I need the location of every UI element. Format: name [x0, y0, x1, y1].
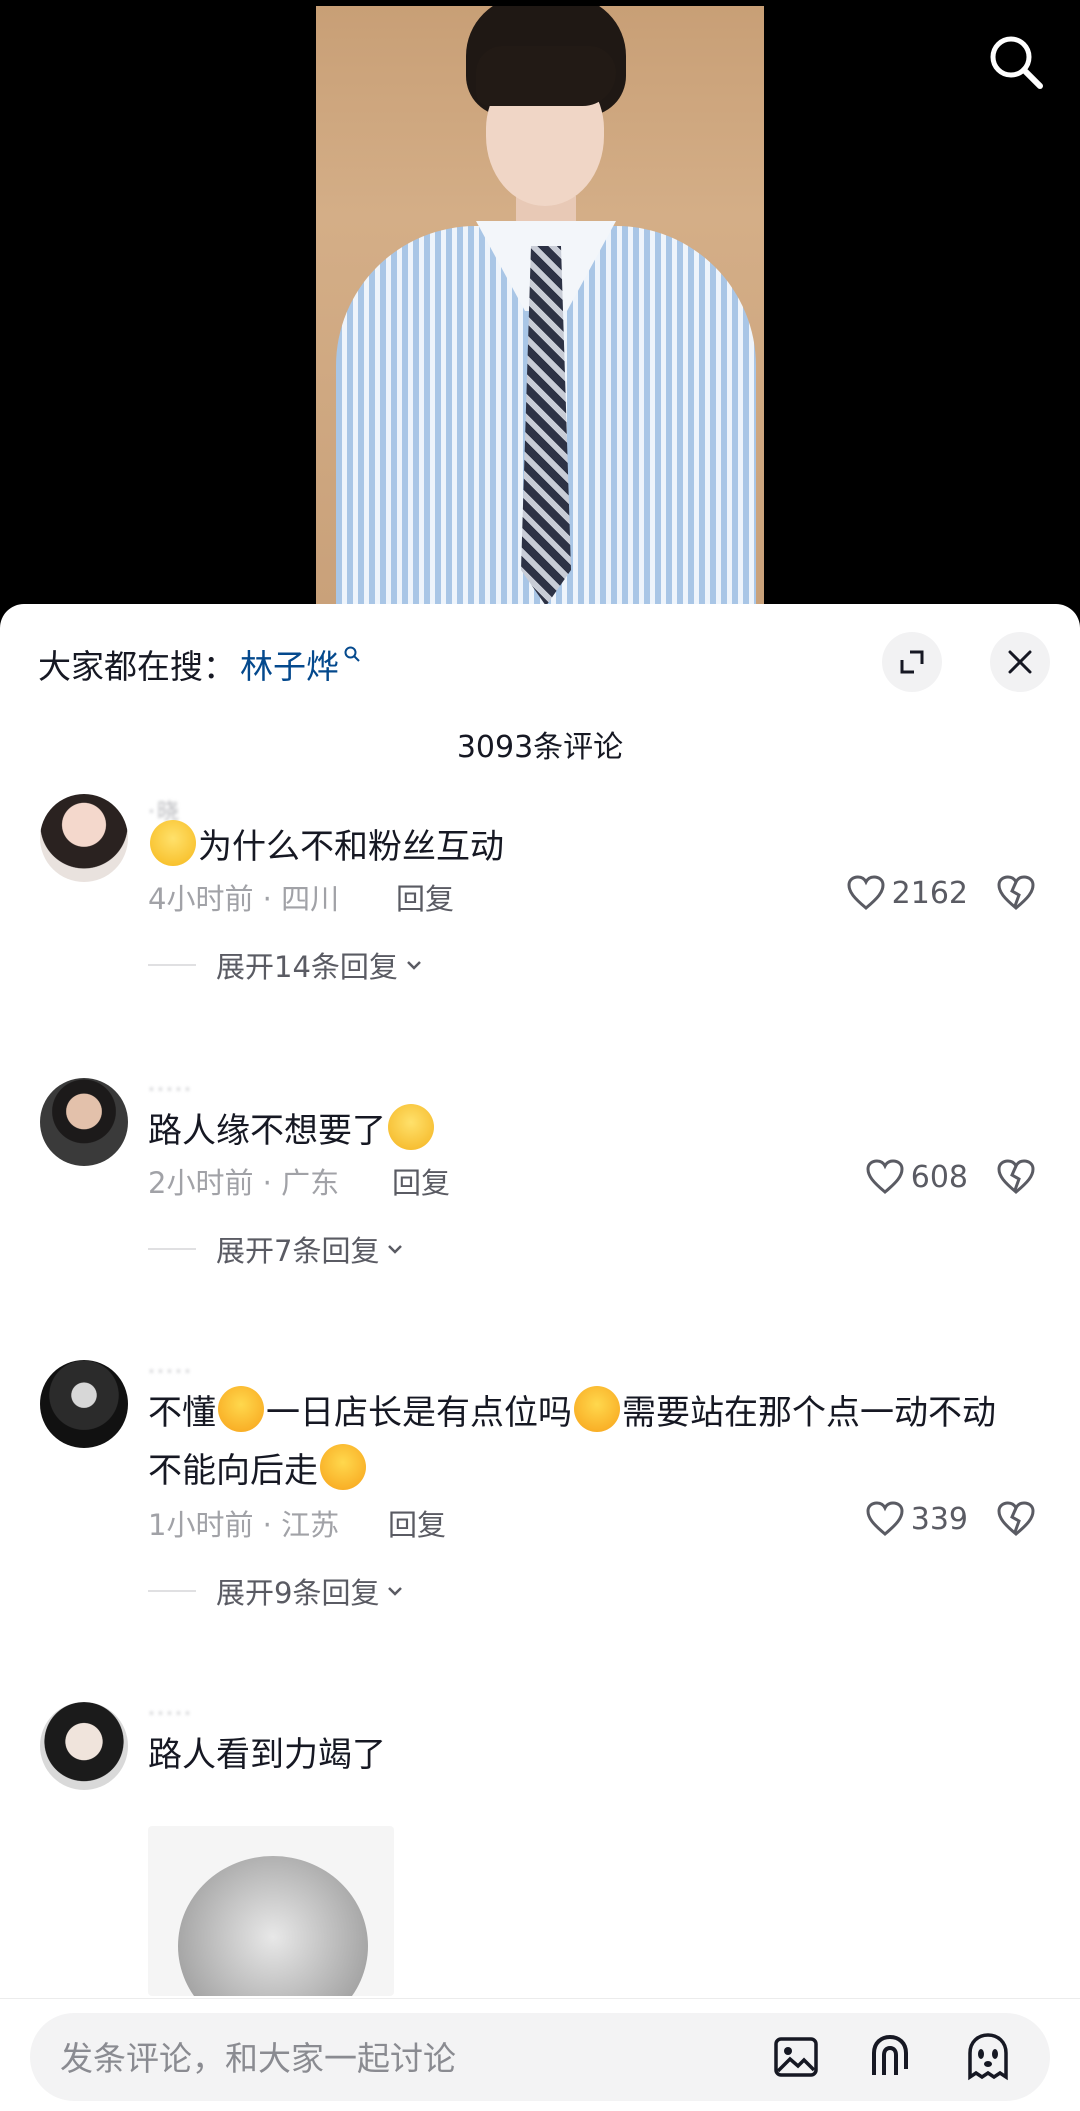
comment-text-content: 路人看到力竭了 — [148, 1735, 386, 1775]
like-button[interactable]: 339 — [865, 1500, 968, 1538]
expand-replies-button[interactable]: 展开9条回复 — [148, 1570, 405, 1612]
comment-meta: 4小时前 · 四川 — [148, 882, 340, 916]
like-count: 339 — [910, 1501, 968, 1537]
expand-replies-label: 展开14条回复 — [216, 950, 398, 984]
laugh-cry-emoji-icon — [218, 1386, 264, 1432]
divider-line — [148, 1248, 196, 1250]
broken-heart-icon — [997, 875, 1035, 910]
heart-icon — [866, 1159, 904, 1194]
like-count: 608 — [910, 1159, 968, 1195]
chevron-down-icon — [388, 1587, 403, 1596]
hot-search-row[interactable]: 大家都在搜： 林子烨 — [38, 640, 361, 688]
thinking-emoji-icon — [150, 820, 196, 866]
comment-meta: 1小时前 · 江苏 — [148, 1508, 340, 1542]
laugh-cry-emoji-icon — [320, 1444, 366, 1490]
comment-text: 为什么不和粉丝互动 — [148, 818, 1028, 876]
reply-button[interactable]: 回复 — [392, 1160, 450, 1202]
comment-text: 路人缘不想要了 — [148, 1102, 1028, 1160]
chevron-down-icon — [407, 961, 421, 970]
avatar[interactable] — [40, 1702, 128, 1790]
image-icon — [774, 2037, 818, 2077]
silly-face-emoji-icon — [388, 1104, 434, 1150]
like-button[interactable]: 2162 — [846, 874, 968, 912]
hot-search-prefix: 大家都在搜： — [38, 647, 236, 686]
mention-button[interactable] — [862, 2029, 918, 2085]
image-button[interactable] — [768, 2029, 824, 2085]
expand-replies-label: 展开9条回复 — [216, 1576, 380, 1610]
video-frame[interactable] — [316, 6, 764, 604]
comment-text: 路人看到力竭了 — [148, 1726, 1028, 1784]
comment-input[interactable] — [30, 2013, 742, 2103]
chevron-down-icon — [388, 1245, 403, 1254]
comment-username[interactable]: ····· — [148, 1702, 193, 1727]
expand-replies-label: 展开7条回复 — [216, 1234, 380, 1268]
search-button[interactable] — [984, 30, 1048, 94]
broken-heart-icon — [997, 1501, 1035, 1536]
comment-count: 3093条评论 — [456, 730, 624, 765]
expand-replies-button[interactable]: 展开7条回复 — [148, 1228, 405, 1270]
comment-username[interactable]: ····· — [148, 1360, 193, 1385]
small-search-icon — [344, 646, 360, 662]
at-mention-icon — [872, 2034, 908, 2075]
dislike-button[interactable] — [996, 1500, 1036, 1542]
comment-text-part-2: 一日店长是有点位吗 — [266, 1393, 572, 1433]
divider-line — [148, 1590, 196, 1592]
avatar[interactable] — [40, 1078, 128, 1166]
comment-input-bar — [0, 1998, 1080, 2111]
avatar[interactable] — [40, 794, 128, 882]
comment-text-part-1: 不懂 — [148, 1393, 216, 1433]
like-count: 2162 — [891, 875, 968, 911]
sticker-image[interactable] — [148, 1826, 394, 1996]
search-icon — [990, 36, 1043, 89]
divider-line — [148, 964, 196, 966]
comment-text-content: 路人缘不想要了 — [148, 1111, 386, 1151]
close-icon — [1008, 650, 1032, 674]
reply-button[interactable]: 回复 — [388, 1502, 446, 1544]
comment-meta: 2小时前 · 广东 — [148, 1166, 340, 1200]
broken-heart-icon — [997, 1159, 1035, 1194]
emoji-icon — [968, 2033, 1008, 2081]
laugh-cry-emoji-icon — [574, 1386, 620, 1432]
like-button[interactable]: 608 — [865, 1158, 968, 1196]
avatar[interactable] — [40, 1360, 128, 1448]
comment-text-content: 为什么不和粉丝互动 — [198, 827, 504, 867]
expand-button[interactable] — [882, 632, 942, 692]
dislike-button[interactable] — [996, 1158, 1036, 1200]
comment-text: 不懂 一日店长是有点位吗 需要站在那个点一动不动 不能向后走 — [148, 1384, 1028, 1500]
video-person-fringe — [476, 46, 616, 106]
comments-sheet: 大家都在搜： 林子烨 3093条评论 ·晓 为什么不和粉丝互动 4小时前 · 四… — [0, 604, 1080, 2110]
heart-icon — [847, 875, 885, 910]
emoji-button[interactable] — [960, 2029, 1016, 2085]
heart-icon — [866, 1501, 904, 1536]
expand-replies-button[interactable]: 展开14条回复 — [148, 944, 424, 986]
sticker-face — [178, 1856, 368, 1996]
comment-username[interactable]: ····· — [148, 1078, 193, 1103]
close-button[interactable] — [990, 632, 1050, 692]
video-player[interactable] — [0, 0, 1080, 620]
hot-search-keyword[interactable]: 林子烨 — [240, 640, 339, 688]
reply-button[interactable]: 回复 — [396, 876, 454, 918]
expand-icon — [900, 650, 924, 674]
dislike-button[interactable] — [996, 874, 1036, 916]
